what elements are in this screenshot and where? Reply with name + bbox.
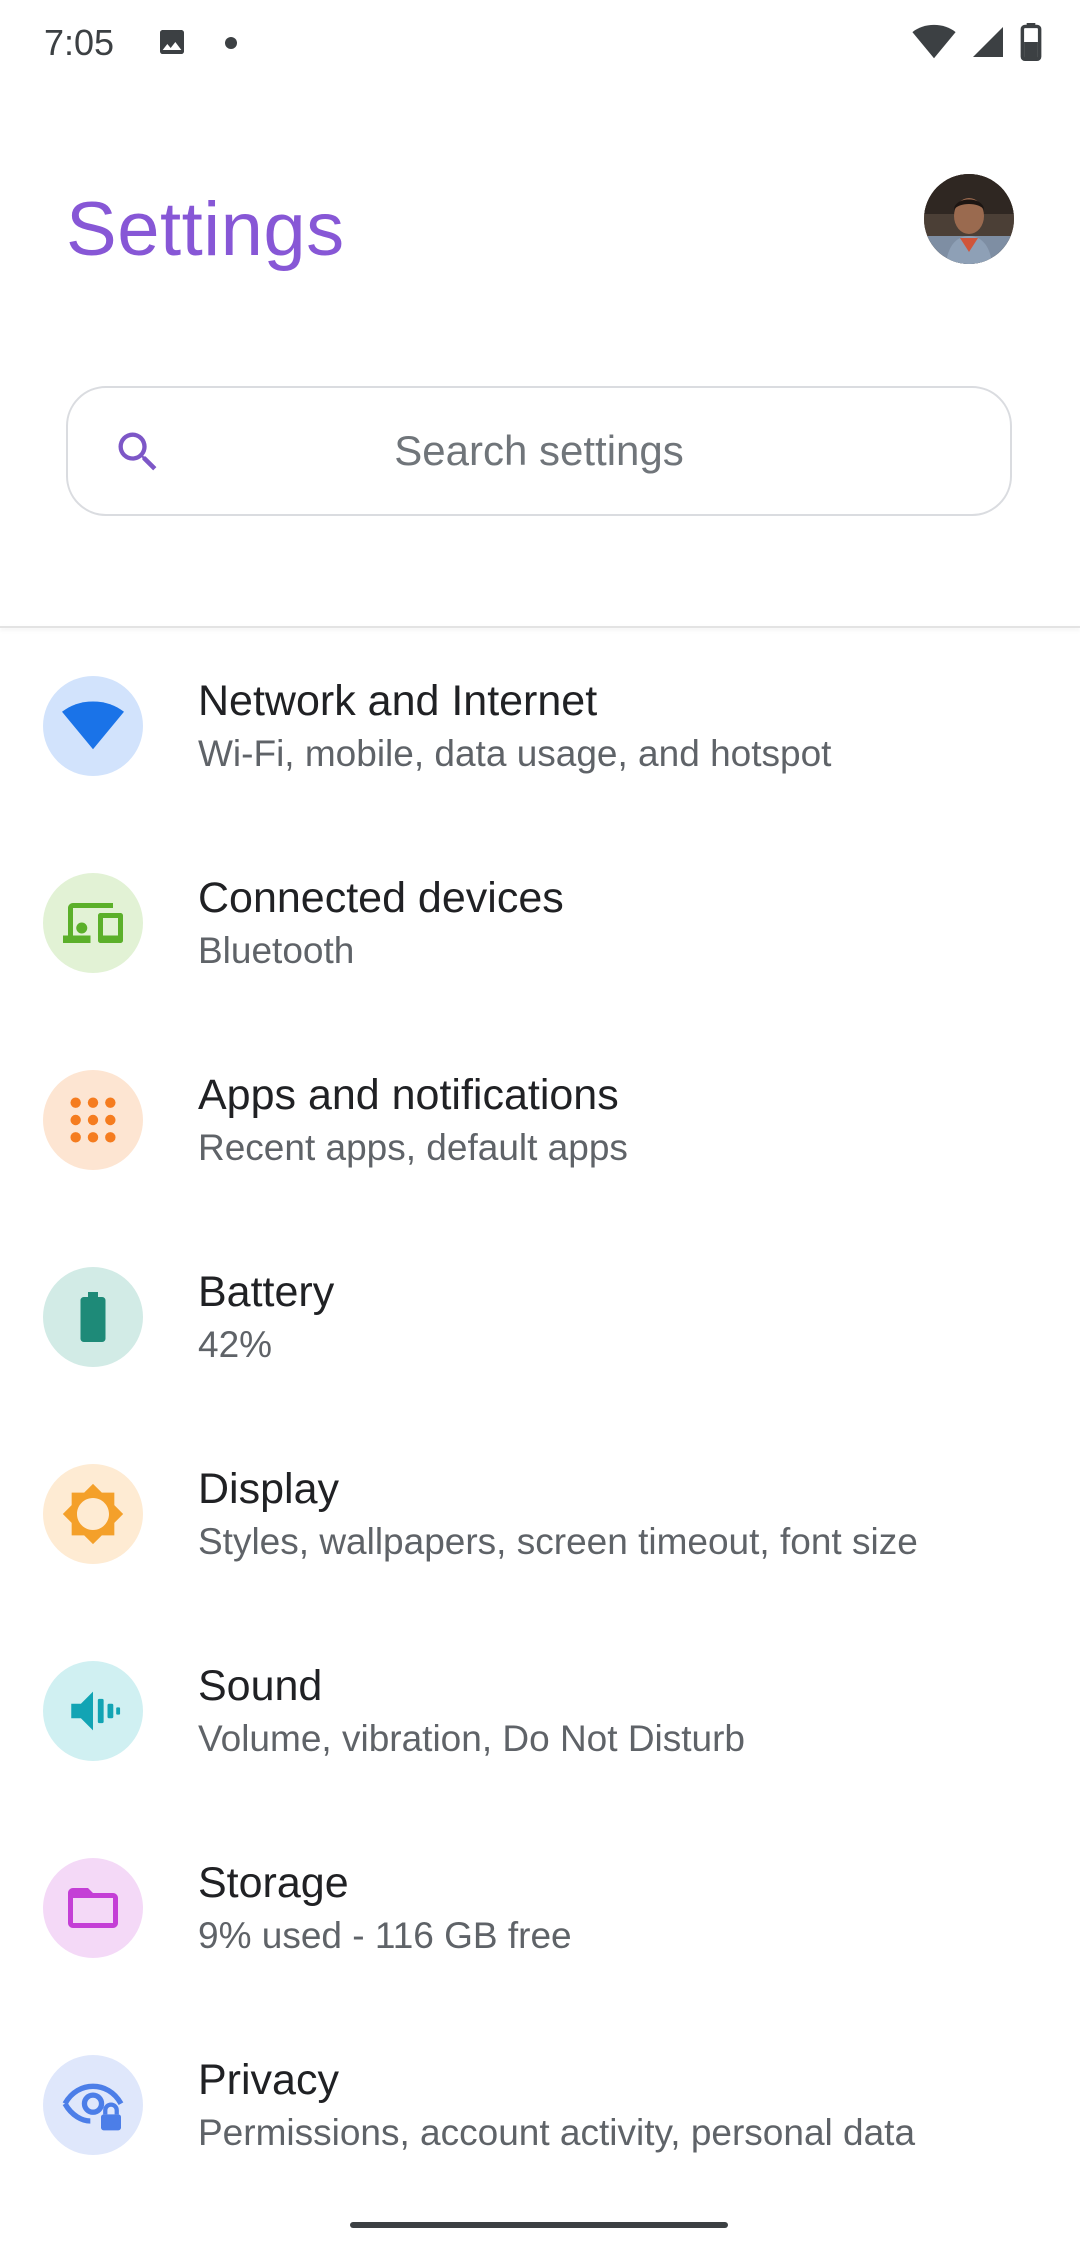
item-subtitle: 9% used - 116 GB free — [198, 1915, 572, 1956]
item-subtitle: Bluetooth — [198, 930, 355, 971]
page-title: Settings — [66, 187, 345, 272]
brightness-icon — [62, 1483, 124, 1545]
item-title: Connected devices — [198, 874, 564, 922]
cellular-signal-icon — [973, 27, 1003, 57]
settings-item-connected-devices[interactable]: Connected devices Bluetooth — [0, 825, 1080, 1022]
item-subtitle: Styles, wallpapers, screen timeout, font… — [198, 1521, 918, 1562]
battery-icon — [80, 1292, 106, 1342]
storage-icon-circle — [43, 1858, 143, 1958]
profile-photo-icon — [924, 174, 1014, 264]
battery-status-icon — [1020, 23, 1042, 61]
item-title: Privacy — [198, 2056, 339, 2104]
settings-item-apps[interactable]: Apps and notifications Recent apps, defa… — [0, 1022, 1080, 1219]
search-bar[interactable]: Search settings — [66, 386, 1012, 516]
item-title: Battery — [198, 1268, 335, 1316]
settings-item-storage[interactable]: Storage 9% used - 116 GB free — [0, 1810, 1080, 2007]
item-title: Display — [198, 1465, 339, 1513]
settings-item-display[interactable]: Display Styles, wallpapers, screen timeo… — [0, 1416, 1080, 1613]
gesture-nav-handle[interactable] — [350, 2222, 728, 2228]
volume-vibrate-icon — [71, 1691, 121, 1731]
settings-item-sound[interactable]: Sound Volume, vibration, Do Not Disturb — [0, 1613, 1080, 1810]
wifi-icon — [62, 701, 124, 750]
display-icon-circle — [43, 1464, 143, 1564]
image-notification-icon — [160, 30, 184, 54]
privacy-eye-lock-icon — [62, 2083, 124, 2131]
item-subtitle: 42% — [198, 1324, 273, 1365]
avatar[interactable] — [924, 174, 1014, 264]
item-subtitle: Permissions, account activity, personal … — [198, 2112, 916, 2153]
settings-item-battery[interactable]: Battery 42% — [0, 1219, 1080, 1416]
settings-item-privacy[interactable]: Privacy Permissions, account activity, p… — [0, 2007, 1080, 2204]
apps-icon-circle — [43, 1070, 143, 1170]
status-bar: 7:05 — [0, 0, 1080, 86]
devices-icon — [63, 903, 123, 943]
settings-item-network[interactable]: Network and Internet Wi-Fi, mobile, data… — [0, 628, 1080, 825]
wifi-status-icon — [912, 24, 956, 59]
battery-icon-circle — [43, 1267, 143, 1367]
sound-icon-circle — [43, 1661, 143, 1761]
item-title: Storage — [198, 1859, 349, 1907]
connected-devices-icon-circle — [43, 873, 143, 973]
item-title: Network and Internet — [198, 677, 598, 725]
search-placeholder: Search settings — [394, 427, 684, 474]
notification-dot-icon — [225, 37, 237, 49]
item-subtitle: Recent apps, default apps — [198, 1127, 628, 1168]
network-icon-circle — [43, 676, 143, 776]
item-title: Sound — [198, 1662, 323, 1710]
item-title: Apps and notifications — [198, 1071, 619, 1119]
item-subtitle: Wi-Fi, mobile, data usage, and hotspot — [198, 733, 832, 774]
item-subtitle: Volume, vibration, Do Not Disturb — [198, 1718, 746, 1759]
privacy-icon-circle — [43, 2055, 143, 2155]
apps-grid-icon — [70, 1097, 116, 1143]
status-time: 7:05 — [44, 22, 115, 63]
folder-icon — [68, 1888, 118, 1928]
